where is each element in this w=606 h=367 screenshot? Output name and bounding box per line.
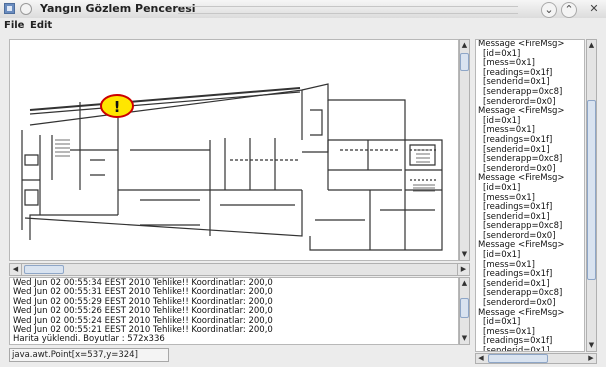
scroll-down-arrow-icon[interactable]: ▼ (587, 340, 596, 351)
cursor-position-status: java.awt.Point[x=537,y=324] (9, 348, 169, 362)
title-grip (178, 6, 518, 14)
log-vertical-scrollbar[interactable]: ▲ ▼ (459, 277, 470, 345)
scroll-right-arrow-icon[interactable]: ▶ (457, 264, 469, 275)
minimize-button[interactable]: ⌄ (541, 2, 557, 18)
scroll-thumb[interactable] (460, 298, 469, 318)
message-vertical-scrollbar[interactable]: ▲ ▼ (586, 39, 597, 352)
app-icon (4, 3, 15, 14)
map-horizontal-scrollbar[interactable]: ◀ ▶ (9, 263, 470, 276)
scroll-down-arrow-icon[interactable]: ▼ (460, 333, 469, 344)
fire-alarm-icon[interactable]: ! (100, 94, 134, 118)
menu-file[interactable]: File (4, 20, 24, 31)
message-list[interactable]: Message <FireMsg> [id=0x1] [mess=0x1] [read… (475, 39, 585, 352)
scroll-up-arrow-icon[interactable]: ▲ (460, 40, 469, 51)
message-field: [senderid=0x1] (483, 346, 550, 352)
message-horizontal-scrollbar[interactable]: ◀ ▶ (475, 353, 597, 364)
window-title: Yangın Gözlem Penceresi (40, 2, 196, 15)
close-button[interactable]: ✕ (587, 2, 601, 16)
window-menu-icon[interactable] (20, 3, 32, 15)
menu-bar: File Edit (0, 18, 606, 34)
floor-plan-map[interactable]: ! (9, 39, 459, 261)
scroll-left-arrow-icon[interactable]: ◀ (10, 264, 22, 275)
scroll-thumb[interactable] (488, 354, 548, 363)
scroll-up-arrow-icon[interactable]: ▲ (587, 40, 596, 51)
menu-edit[interactable]: Edit (30, 20, 52, 31)
scroll-left-arrow-icon[interactable]: ◀ (476, 354, 486, 363)
title-bar: Yangın Gözlem Penceresi ⌄ ⌃ ✕ (0, 0, 606, 19)
map-vertical-scrollbar[interactable]: ▲ ▼ (459, 39, 470, 261)
svg-text:!: ! (114, 98, 121, 116)
floor-plan-drawing: ! (21, 83, 443, 251)
scroll-thumb[interactable] (24, 265, 64, 274)
maximize-button[interactable]: ⌃ (561, 2, 577, 18)
log-line: Harita yüklendi. Boyutlar : 572x336 (13, 334, 165, 345)
event-log[interactable]: Wed Jun 02 00:55:34 EEST 2010 Tehlike!! … (9, 277, 459, 345)
scroll-thumb[interactable] (460, 53, 469, 71)
scroll-right-arrow-icon[interactable]: ▶ (586, 354, 596, 363)
scroll-down-arrow-icon[interactable]: ▼ (460, 249, 469, 260)
scroll-up-arrow-icon[interactable]: ▲ (460, 278, 469, 289)
scroll-thumb[interactable] (587, 100, 596, 280)
